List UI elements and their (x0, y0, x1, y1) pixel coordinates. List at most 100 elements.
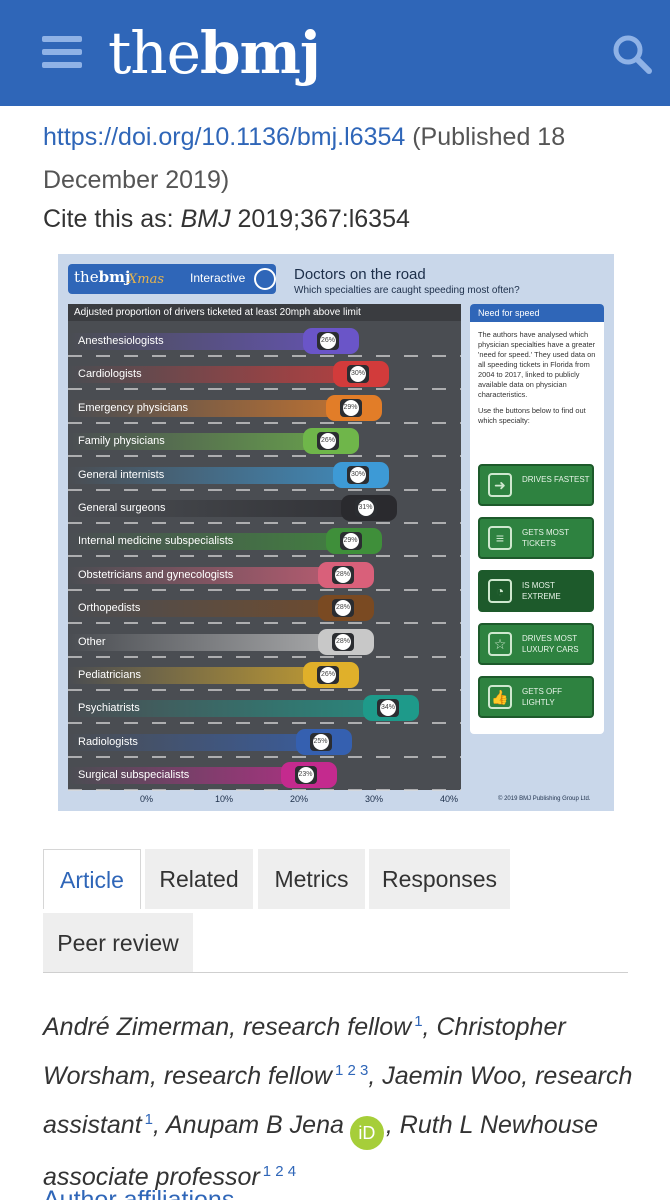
tab-responses[interactable]: Responses (369, 849, 510, 909)
hamburger-menu-icon[interactable] (42, 36, 82, 68)
car-marker[interactable]: 30% (333, 461, 389, 488)
lane-row: Surgical subspecialists 23% (68, 758, 461, 792)
side-panel-text: The authors have analysed which physicia… (478, 330, 596, 399)
category-label: General internists (78, 468, 165, 481)
infographic-title: Doctors on the road (294, 266, 426, 283)
car-marker[interactable]: 30% (333, 361, 389, 388)
author-5-affiliation[interactable]: 1 2 4 (263, 1163, 296, 1180)
category-label: Psychiatrists (78, 702, 140, 715)
value-label: 31% (357, 500, 374, 516)
star-icon: ☆ (488, 632, 512, 656)
car-marker[interactable]: 23% (280, 762, 337, 789)
category-label: Radiologists (78, 735, 138, 748)
category-label: General surgeons (78, 502, 166, 514)
lane-row: Other 28% (68, 625, 461, 658)
cite-journal: BMJ (180, 205, 231, 233)
logo-bmj: bmj (200, 19, 321, 87)
value-label: 28% (335, 633, 351, 650)
author-affiliations-link[interactable]: Author affiliations (43, 1186, 234, 1200)
category-label: Family physicians (78, 435, 165, 448)
car-marker[interactable]: 31% (340, 495, 397, 521)
author-4[interactable]: Anupam B Jena (166, 1111, 344, 1139)
category-label: Internal medicine subspecialists (78, 535, 234, 548)
category-label: Orthopedists (78, 602, 141, 615)
search-icon[interactable] (610, 32, 654, 76)
gets-most-tickets-label: GETS MOST TICKETS (522, 528, 569, 548)
tab-metrics[interactable]: Metrics (258, 849, 365, 909)
car-marker[interactable]: 25% (295, 728, 352, 755)
badge-interactive-label: Interactive (190, 271, 246, 285)
badge-xmas: Xmas (128, 272, 165, 287)
cite-line: Cite this as: BMJ 2019;367:l6354 (43, 198, 410, 240)
drives-fastest-label: DRIVES FASTEST (522, 475, 590, 484)
doi-line: https://doi.org/10.1136/bmj.l6354 (Publi… (43, 116, 643, 202)
road-caption: Adjusted proportion of drivers ticketed … (68, 304, 461, 321)
lane-row: Emergency physicians 29% (68, 391, 461, 424)
value-label: 26% (320, 333, 336, 349)
bmj-logo[interactable]: thebmj (108, 18, 321, 88)
orcid-icon[interactable]: iD (349, 1116, 384, 1150)
car-marker[interactable]: 26% (303, 662, 359, 688)
axis-tick-label: 0% (140, 794, 154, 804)
car-marker[interactable]: 28% (318, 561, 374, 588)
value-label: 23% (297, 767, 314, 784)
tab-divider (43, 972, 628, 973)
gets-most-tickets-button[interactable]: ≡ GETS MOST TICKETS (478, 517, 594, 559)
doi-link[interactable]: https://doi.org/10.1136/bmj.l6354 (43, 123, 405, 151)
category-label: Cardiologists (78, 368, 142, 381)
value-label: 26% (320, 667, 336, 683)
road-chart: Adjusted proportion of drivers ticketed … (68, 304, 461, 792)
car-marker[interactable]: 26% (303, 428, 359, 455)
side-panel-instructions: Use the buttons below to find out which … (478, 406, 586, 425)
author-2-affiliation[interactable]: 1 2 3 (335, 1062, 368, 1079)
author-3-affiliation[interactable]: 1 (145, 1111, 153, 1128)
value-label: 25% (312, 733, 329, 750)
infographic-subtitle: Which specialties are caught speeding mo… (294, 285, 520, 296)
drives-fastest-button[interactable]: ➜ DRIVES FASTEST (478, 464, 594, 506)
lane-row: Obstetricians and gynecologists 28% (68, 558, 461, 591)
is-most-extreme-button[interactable]: ◔ IS MOST EXTREME (478, 570, 594, 612)
drives-most-luxury-cars-button[interactable]: ☆ DRIVES MOST LUXURY CARS (478, 623, 594, 665)
car-marker[interactable]: 26% (303, 328, 359, 354)
touch-icon (254, 268, 276, 290)
author-list: André Zimerman, research fellow 1, Christ… (43, 1013, 633, 1191)
arrow-right-icon: ➜ (488, 473, 512, 497)
category-label: Other (78, 635, 106, 648)
gets-off-lightly-button[interactable]: 👍 GETS OFF LIGHTLY (478, 676, 594, 718)
tab-related[interactable]: Related (145, 849, 253, 909)
car-marker[interactable]: 29% (325, 394, 382, 421)
speedometer-icon: ◔ (488, 579, 512, 603)
axis-tick-label: 10% (215, 794, 234, 804)
author-1[interactable]: André Zimerman, research fellow (43, 1013, 411, 1041)
side-panel-heading: Need for speed (470, 304, 604, 322)
car-marker[interactable]: 29% (325, 528, 382, 555)
value-label: 29% (342, 399, 359, 416)
value-label: 30% (350, 466, 366, 483)
value-label: 29% (342, 533, 359, 550)
cite-reference: 2019;367:l6354 (230, 205, 410, 233)
need-for-speed-panel: Need for speed The authors have analysed… (470, 304, 604, 734)
category-label: Anesthesiologists (78, 335, 164, 347)
lane-row: Orthopedists 28% (68, 591, 461, 625)
speed-bar (68, 633, 338, 651)
author-1-affiliation[interactable]: 1 (414, 1013, 422, 1030)
top-bar: thebmj (0, 0, 670, 106)
badge-logo-bmj: bmj (98, 268, 131, 286)
badge-logo: thebmj (74, 268, 130, 286)
tab-peer-review[interactable]: Peer review (43, 913, 193, 973)
badge-logo-the: the (74, 268, 99, 286)
lane-row: Internal medicine subspecialists 29% (68, 524, 461, 558)
ticket-stack-icon: ≡ (488, 526, 512, 550)
lane-divider (68, 789, 461, 792)
car-marker[interactable]: 34% (363, 695, 419, 722)
infographic-copyright: © 2019 BMJ Publishing Group Ltd. (498, 796, 591, 802)
car-marker[interactable]: 28% (318, 628, 374, 655)
infographic: thebmj Xmas Interactive Doctors on the r… (58, 254, 614, 811)
lane-row: General internists 30% (68, 458, 461, 491)
car-marker[interactable]: 28% (318, 595, 374, 622)
thumbs-up-icon: 👍 (488, 685, 512, 709)
lane-row: Radiologists 25% (68, 725, 461, 758)
tab-article[interactable]: Article (43, 849, 141, 909)
axis-tick-label: 20% (290, 794, 309, 804)
lane-row: Psychiatrists 34% (68, 691, 461, 725)
